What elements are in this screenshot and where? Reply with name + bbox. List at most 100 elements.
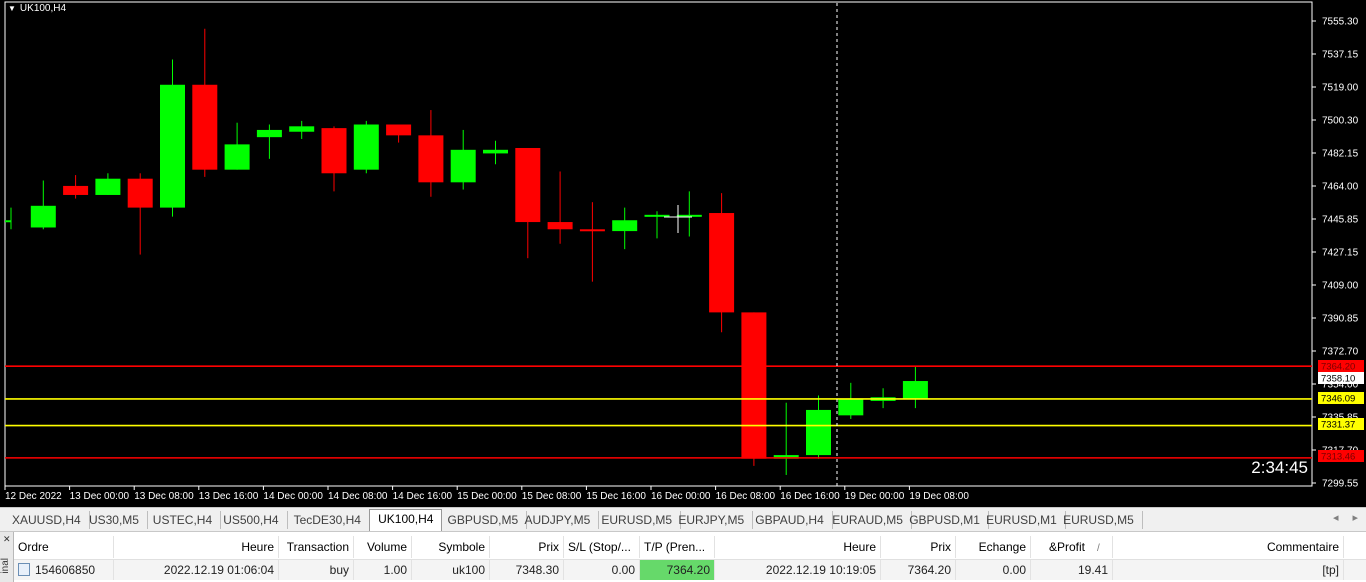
col-header-heure-close[interactable]: Heure [715, 536, 881, 558]
tab-eurusd-m5[interactable]: EURUSD,M5 [593, 511, 682, 529]
scroll-left-icon[interactable]: ◂ [1333, 512, 1339, 524]
candle-body[interactable] [838, 399, 864, 416]
candle-body[interactable] [579, 229, 605, 232]
price-tick-label: 7519.00 [1322, 83, 1359, 94]
time-tick-label: 13 Dec 00:00 [70, 491, 130, 502]
tab-euraud-m5[interactable]: EURAUD,M5 [824, 511, 912, 529]
time-tick-label: 14 Dec 00:00 [263, 491, 323, 502]
order-document-icon [18, 563, 30, 577]
price-tick-label: 7482.15 [1322, 149, 1359, 160]
col-header-prix[interactable]: Prix [490, 536, 564, 558]
price-chart[interactable]: 7555.30 7537.15 7519.00 7500.30 7482.15 7464.… [0, 0, 1366, 507]
cell-sl: 0.00 [564, 560, 640, 580]
col-header-symbole[interactable]: Symbole [412, 536, 490, 558]
tab-us30-m5[interactable]: US30,M5 [81, 511, 148, 529]
col-header-profit[interactable]: &Profit / [1031, 536, 1113, 558]
candle-body[interactable] [95, 178, 121, 195]
table-row[interactable]: 154606850 2022.12.19 01:06:04 buy 1.00 u… [14, 559, 1366, 580]
cell-echange: 0.00 [956, 560, 1031, 580]
tab-gbpusd-m1[interactable]: GBPUSD,M1 [901, 511, 989, 529]
tab-xauusd-h4[interactable]: XAUUSD,H4 [4, 511, 90, 529]
time-tick-label: 16 Dec 00:00 [651, 491, 711, 502]
chart-title[interactable]: ▼ UK100,H4 [8, 3, 66, 14]
tab-eurusd-m5[interactable]: EURUSD,M5 [1055, 511, 1143, 529]
candle-body[interactable] [192, 84, 218, 170]
terminal-vertical-title: inal [0, 558, 11, 574]
candle-body[interactable] [902, 381, 928, 400]
time-tick-label: 13 Dec 16:00 [199, 491, 259, 502]
tab-eurjpy-m5[interactable]: EURJPY,M5 [670, 511, 754, 529]
tab-uk100-h4[interactable]: UK100,H4 [369, 509, 443, 531]
time-tick-label: 14 Dec 08:00 [328, 491, 388, 502]
price-tick-label: 7390.85 [1322, 314, 1359, 325]
candle-body[interactable] [5, 220, 12, 223]
candle-body[interactable] [450, 149, 476, 183]
candle-body[interactable] [256, 129, 282, 138]
time-tick-label: 19 Dec 08:00 [909, 491, 969, 502]
scroll-right-icon[interactable]: ▸ [1352, 512, 1358, 524]
candle-body[interactable] [547, 222, 573, 230]
candle-body[interactable] [321, 128, 347, 174]
col-header-echange[interactable]: Echange [956, 536, 1031, 558]
candle-body[interactable] [515, 147, 541, 223]
col-header-volume[interactable]: Volume [354, 536, 412, 558]
time-tick-label: 16 Dec 08:00 [716, 491, 776, 502]
price-tick-label: 7500.30 [1322, 116, 1359, 127]
candle-body[interactable] [127, 178, 153, 208]
candle-body[interactable] [63, 185, 89, 195]
cell-profit: 19.41 [1031, 560, 1113, 580]
chart-tabs-bar: XAUUSD,H4 US30,M5 USTEC,H4 US500,H4 TecDE30,… [0, 507, 1366, 532]
candle-body[interactable] [612, 220, 638, 232]
candle-body[interactable] [224, 144, 250, 170]
candle-body[interactable] [386, 124, 412, 136]
tab-tecde30-h4[interactable]: TecDE30,H4 [286, 511, 370, 529]
price-tag-label: 7313.46 [1321, 452, 1355, 463]
col-header-profit-label: &Profit [1049, 540, 1086, 554]
tab-gbpusd-m5[interactable]: GBPUSD,M5 [440, 511, 528, 529]
col-header-prix-close[interactable]: Prix [881, 536, 956, 558]
col-header-tp[interactable]: T/P (Pren... [640, 536, 715, 558]
candle-body[interactable] [160, 84, 185, 208]
tab-us500-h4[interactable]: US500,H4 [215, 511, 288, 529]
close-icon[interactable]: ✕ [3, 534, 11, 545]
candle-body[interactable] [418, 135, 444, 183]
cell-commentaire: [tp] [1113, 560, 1344, 580]
sort-indicator-icon: / [1097, 543, 1100, 554]
terminal-header-row: Ordre Heure Transaction Volume Symbole P… [14, 536, 1366, 558]
candle-body[interactable] [741, 312, 767, 459]
chart-canvas[interactable]: 7555.30 7537.15 7519.00 7500.30 7482.15 7464.… [0, 0, 1366, 507]
terminal-side-label: ✕ inal [0, 532, 14, 582]
time-tick-label: 15 Dec 16:00 [586, 491, 646, 502]
candle-body[interactable] [806, 409, 831, 456]
cell-ordre: 154606850 [14, 560, 114, 580]
time-tick-label: 19 Dec 00:00 [845, 491, 905, 502]
tab-ustec-h4[interactable]: USTEC,H4 [145, 511, 222, 529]
time-tick-label: 12 Dec 2022 [5, 491, 62, 502]
chart-menu-triangle-icon[interactable]: ▼ [8, 4, 16, 13]
terminal-panel: ✕ inal Ordre Heure Transaction Volume Sy… [0, 531, 1366, 582]
price-tag-label: 7331.37 [1321, 420, 1355, 431]
col-header-heure[interactable]: Heure [114, 536, 279, 558]
candle-body[interactable] [483, 149, 508, 154]
price-tick-label: 7464.00 [1322, 182, 1359, 193]
col-header-ordre[interactable]: Ordre [14, 536, 114, 558]
candle-body[interactable] [30, 205, 56, 228]
tab-eurusd-m1[interactable]: EURUSD,M1 [978, 511, 1066, 529]
cell-symbole: uk100 [412, 560, 490, 580]
time-tick-label: 15 Dec 00:00 [457, 491, 517, 502]
col-header-sl[interactable]: S/L (Stop/... [564, 536, 640, 558]
price-tick-label: 7555.30 [1322, 17, 1359, 28]
tab-audjpy-m5[interactable]: AUDJPY,M5 [516, 511, 600, 529]
cell-prix: 7348.30 [490, 560, 564, 580]
col-header-commentaire[interactable]: Commentaire [1113, 536, 1344, 558]
tab-gbpaud-h4[interactable]: GBPAUD,H4 [747, 511, 833, 529]
candle-body[interactable] [709, 213, 735, 313]
candle-body[interactable] [353, 124, 379, 170]
plot-border [4, 1, 1313, 487]
price-tick-label: 7445.85 [1322, 215, 1359, 226]
price-tag-label: 7358.10 [1321, 374, 1355, 385]
candle-body[interactable] [289, 126, 315, 132]
cell-volume: 1.00 [354, 560, 412, 580]
cell-heure: 2022.12.19 01:06:04 [114, 560, 279, 580]
col-header-transaction[interactable]: Transaction [279, 536, 354, 558]
